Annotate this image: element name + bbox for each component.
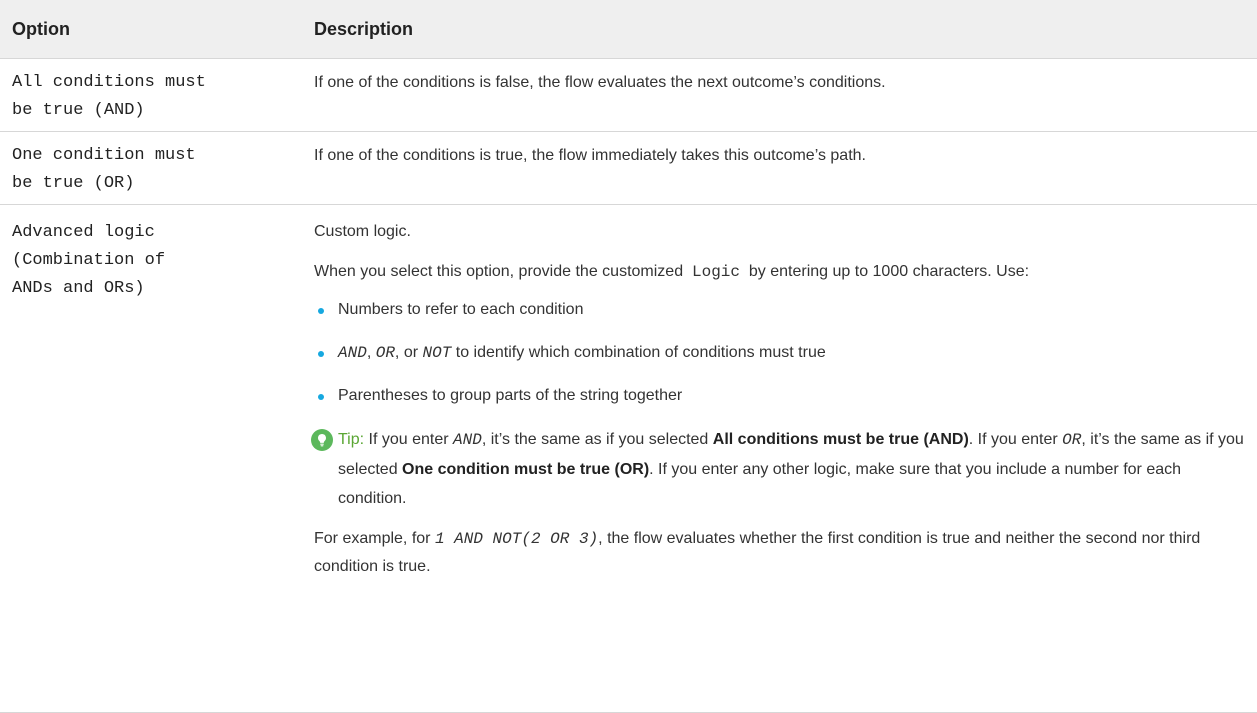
bullet-dot [318, 394, 324, 400]
description-intro: Custom logic. [314, 223, 411, 240]
option-cell: All conditions must be true (AND) [12, 69, 206, 125]
options-table: Option Description All conditions must b… [0, 0, 1257, 713]
bullet-dot [318, 351, 324, 357]
text-fragment: When you select this option, provide the… [314, 263, 684, 280]
option-text-line: ANDs and ORs) [12, 279, 145, 298]
code-or: OR [1062, 431, 1082, 449]
example-paragraph: For example, for 1 AND NOT(2 OR 3), the … [314, 525, 1244, 581]
option-text-line: be true (AND) [12, 101, 145, 120]
list-item: Parentheses to group parts of the string… [314, 382, 1244, 410]
bullet-dot [318, 308, 324, 314]
text-fragment: If you enter [368, 431, 449, 448]
option-text-line: (Combination of [12, 251, 166, 270]
text-fragment: , [366, 344, 372, 361]
option-text-line: be true (OR) [12, 174, 135, 193]
option-text-line: One condition must [12, 146, 196, 165]
text-fragment: , or [394, 344, 419, 361]
description-cell: If one of the conditions is true, the fl… [314, 142, 1244, 170]
description-text: If one of the conditions is true, the fl… [314, 147, 866, 164]
tip-note: Tip: If you enter AND, it’s the same as … [311, 425, 1244, 513]
list-item: Numbers to refer to each condition [314, 296, 1244, 324]
code-logic: Logic [691, 263, 740, 281]
text-fragment: . If you enter [968, 431, 1058, 448]
description-cell: If one of the conditions is false, the f… [314, 69, 1244, 97]
code-or: OR [375, 344, 395, 362]
header-description: Description [314, 19, 414, 39]
table-row-and: All conditions must be true (AND) If one… [0, 59, 1257, 132]
code-example: 1 AND NOT(2 OR 3) [434, 530, 599, 548]
table-header: Option Description [0, 0, 1257, 59]
lightbulb-icon [311, 429, 333, 451]
table-row-or: One condition must be true (OR) If one o… [0, 132, 1257, 205]
text-fragment: For example, for [314, 530, 431, 547]
list-item-text: Numbers to refer to each condition [338, 301, 584, 318]
bold-option-or: One condition must be true (OR) [402, 461, 650, 478]
text-fragment: by entering up to 1000 characters. Use: [748, 263, 1030, 280]
bold-option-and: All conditions must be true (AND) [712, 431, 969, 448]
code-and: AND [453, 431, 482, 449]
option-text-line: Advanced logic [12, 223, 155, 242]
option-text-line: All conditions must [12, 73, 206, 92]
list-item: AND, OR, or NOT to identify which combin… [314, 339, 1244, 367]
code-and: AND [338, 344, 367, 362]
list-item-text: Parentheses to group parts of the string… [338, 387, 683, 404]
description-text: If one of the conditions is false, the f… [314, 74, 886, 91]
tip-label: Tip: [338, 431, 365, 448]
table-row-advanced: Advanced logic (Combination of ANDs and … [0, 205, 1257, 713]
text-fragment: to identify which combination of conditi… [455, 344, 826, 361]
text-fragment: , it’s the same as if you selected [481, 431, 709, 448]
description-select-paragraph: When you select this option, provide the… [314, 258, 1244, 286]
header-option: Option [12, 19, 70, 39]
description-cell: Custom logic. When you select this optio… [311, 218, 1244, 581]
bullet-list: Numbers to refer to each condition AND, … [314, 296, 1244, 410]
option-cell: Advanced logic (Combination of ANDs and … [12, 219, 165, 303]
option-cell: One condition must be true (OR) [12, 142, 196, 198]
code-not: NOT [422, 344, 452, 362]
